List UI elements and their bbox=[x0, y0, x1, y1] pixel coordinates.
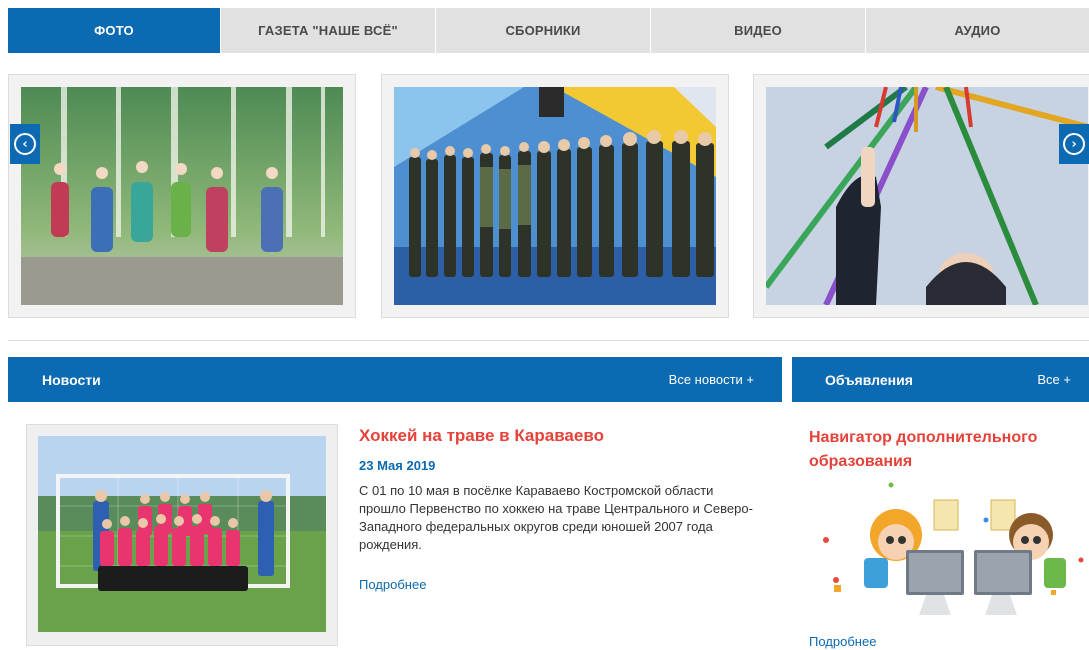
tab-collections[interactable]: СБОРНИКИ bbox=[436, 8, 651, 53]
announcements-header: Объявления Все + bbox=[792, 357, 1089, 402]
news-read-more-link[interactable]: Подробнее bbox=[359, 577, 426, 592]
all-announcements-link[interactable]: Все + bbox=[1037, 372, 1071, 387]
announcement-read-more-link[interactable]: Подробнее bbox=[809, 634, 876, 649]
news-summary: С 01 по 10 мая в посёлке Караваево Костр… bbox=[359, 483, 753, 552]
news-header: Новости Все новости + bbox=[8, 357, 782, 402]
tab-photo[interactable]: ФОТО bbox=[8, 8, 221, 53]
cadets-in-gym-photo bbox=[394, 87, 716, 305]
announcement-title[interactable]: Навигатор дополнительного образования bbox=[809, 426, 1079, 474]
chevron-right-circle-icon: › bbox=[1063, 133, 1085, 155]
tab-newspaper[interactable]: ГАЗЕТА "НАШЕ ВСЁ" bbox=[221, 8, 436, 53]
kids-computers-illustration bbox=[806, 480, 1089, 630]
media-tabs: ФОТО ГАЗЕТА "НАШЕ ВСЁ" СБОРНИКИ ВИДЕО АУ… bbox=[8, 8, 1089, 53]
photo-carousel: ‹ › bbox=[0, 74, 1089, 320]
chevron-left-circle-icon: ‹ bbox=[14, 133, 36, 155]
carousel-prev-button[interactable]: ‹ bbox=[10, 124, 40, 164]
folk-dancers-photo bbox=[21, 87, 343, 305]
announcements-heading: Объявления bbox=[825, 371, 913, 388]
carousel-slide[interactable] bbox=[8, 74, 356, 318]
section-divider bbox=[8, 340, 1089, 341]
tab-audio[interactable]: АУДИО bbox=[866, 8, 1089, 53]
tab-video[interactable]: ВИДЕО bbox=[651, 8, 866, 53]
all-news-link[interactable]: Все новости + bbox=[669, 372, 754, 387]
news-title[interactable]: Хоккей на траве в Караваево bbox=[359, 426, 604, 446]
carousel-next-button[interactable]: › bbox=[1059, 124, 1089, 164]
hockey-team-photo bbox=[38, 436, 326, 632]
maypole-ribbons-photo bbox=[766, 87, 1088, 305]
carousel-slide[interactable] bbox=[753, 74, 1089, 318]
carousel-slide[interactable] bbox=[381, 74, 729, 318]
news-photo[interactable] bbox=[26, 424, 338, 646]
news-heading: Новости bbox=[42, 371, 101, 388]
news-date: 23 Мая 2019 bbox=[359, 458, 436, 473]
